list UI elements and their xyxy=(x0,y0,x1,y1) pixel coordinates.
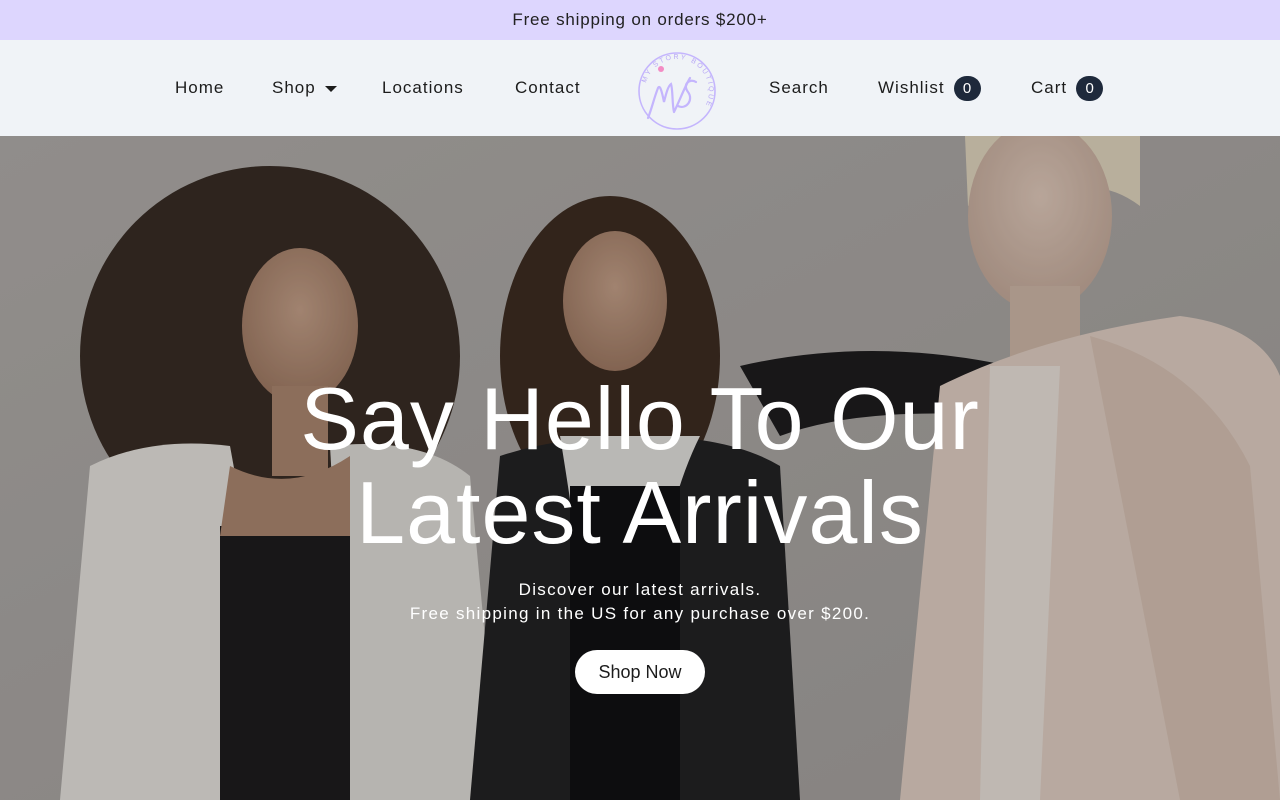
nav-home[interactable]: Home xyxy=(175,40,224,136)
nav-wishlist[interactable]: Wishlist 0 xyxy=(878,40,981,136)
hero-title: Say Hello To Our Latest Arrivals xyxy=(300,369,980,562)
chevron-down-icon xyxy=(324,86,337,92)
wishlist-count-badge: 0 xyxy=(953,75,981,101)
nav-cart[interactable]: Cart 0 xyxy=(1031,40,1104,136)
announcement-bar: Free shipping on orders $200+ xyxy=(0,0,1280,40)
nav-contact[interactable]: Contact xyxy=(515,40,581,136)
nav-wishlist-label: Wishlist xyxy=(878,78,945,97)
nav-contact-label: Contact xyxy=(515,78,581,97)
hero-subtitle: Discover our latest arrivals. Free shipp… xyxy=(240,578,1040,626)
site-logo[interactable]: MY STORY BOUTIQUE xyxy=(634,48,720,134)
hero-subtitle-line-1: Discover our latest arrivals. xyxy=(518,580,762,599)
cart-count-badge: 0 xyxy=(1076,75,1104,101)
nav-shop-label: Shop xyxy=(272,78,316,97)
nav-search-label: Search xyxy=(769,78,829,97)
nav-shop[interactable]: Shop xyxy=(272,40,337,136)
hero-subtitle-line-2: Free shipping in the US for any purchase… xyxy=(409,604,871,623)
hero-banner: Say Hello To Our Latest Arrivals Discove… xyxy=(0,136,1280,800)
nav-cart-label: Cart xyxy=(1031,78,1068,97)
announcement-text: Free shipping on orders $200+ xyxy=(512,10,768,29)
nav-home-label: Home xyxy=(175,78,225,97)
shop-now-button[interactable]: Shop Now xyxy=(575,650,705,694)
boutique-logo-mark: MY STORY BOUTIQUE xyxy=(638,52,716,130)
nav-search[interactable]: Search xyxy=(769,40,829,136)
nav-locations[interactable]: Locations xyxy=(382,40,464,136)
site-header: Home Shop Locations Contact MY STORY BOU… xyxy=(0,40,1280,136)
nav-locations-label: Locations xyxy=(382,78,464,97)
